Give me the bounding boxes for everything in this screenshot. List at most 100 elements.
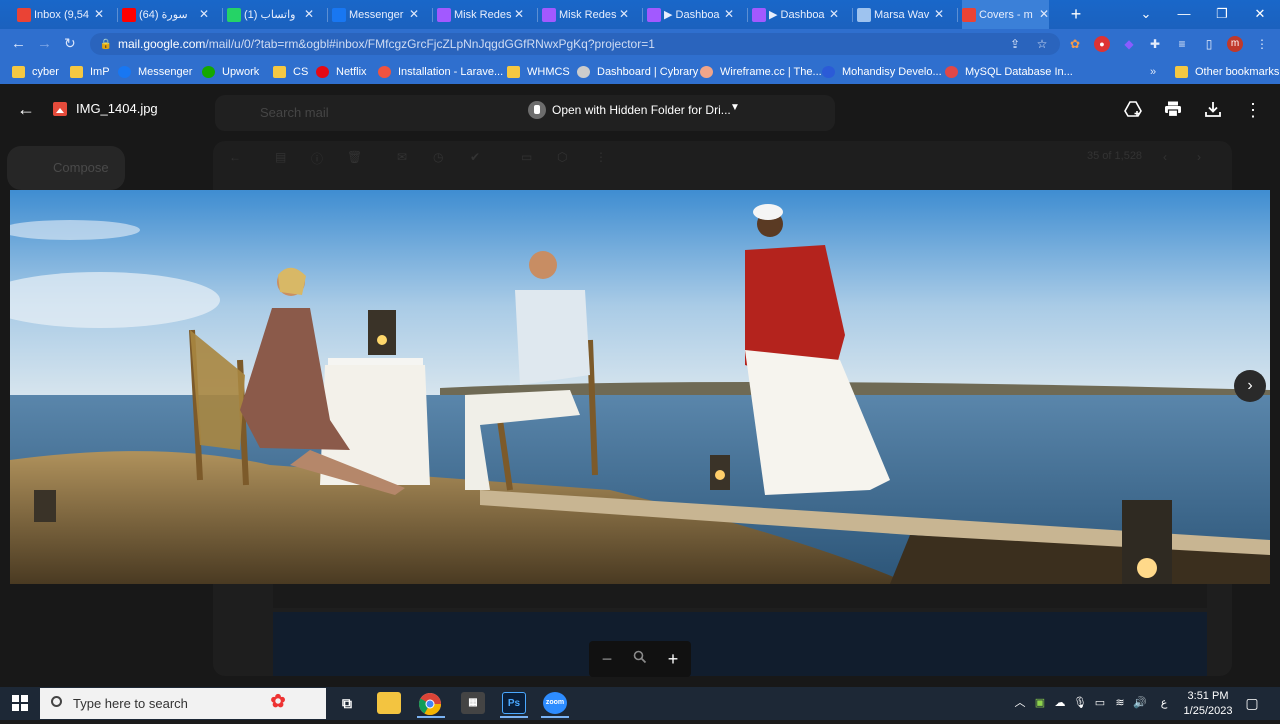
battery-icon[interactable]: ▭ [1093, 696, 1107, 710]
close-window-button[interactable]: ✕ [1241, 0, 1279, 29]
tab-title: ▶ Dashboa [769, 9, 825, 21]
bookmark-5[interactable]: CS [273, 64, 308, 79]
zoom-app-icon[interactable]: zoom [543, 692, 567, 714]
search-highlight-rose-icon[interactable]: ✿ [263, 690, 293, 716]
add-to-drive-icon[interactable] [1123, 100, 1143, 120]
share-icon[interactable]: ⇪ [1007, 36, 1023, 52]
restore-button[interactable]: ❐ [1203, 0, 1241, 29]
close-tab-icon[interactable]: ✕ [199, 7, 209, 21]
bookmark-star-icon[interactable]: ☆ [1034, 36, 1050, 52]
microphone-icon[interactable]: 🎙 [1073, 696, 1087, 710]
close-tab-icon[interactable]: ✕ [514, 7, 524, 21]
zoom-reset-icon[interactable] [627, 646, 653, 672]
language-indicator[interactable]: ع [1157, 696, 1171, 710]
task-view-icon[interactable]: ⧉ [335, 692, 359, 714]
tab-10[interactable]: Covers - m ✕ [962, 0, 1049, 29]
notifications-icon[interactable]: ▢ [1245, 696, 1259, 710]
more-vert-icon[interactable]: ⋮ [1243, 100, 1263, 120]
whatsapp-icon [227, 8, 241, 22]
tab-7[interactable]: ▶ Dashboa ✕ [647, 0, 734, 29]
volume-icon[interactable]: 🔊 [1133, 696, 1147, 710]
chrome-menu-icon[interactable]: ⋮ [1254, 36, 1270, 52]
tab-4[interactable]: Messenger ✕ [332, 0, 419, 29]
close-tab-icon[interactable]: ✕ [619, 7, 629, 21]
bookmark-2[interactable]: ImP [70, 64, 110, 79]
media-icon[interactable]: ▦ [461, 692, 485, 714]
bookmark-label: Dashboard | Cybrary [597, 65, 699, 78]
tab-title: Covers - m [979, 8, 1033, 21]
bookmark-8[interactable]: WHMCS [507, 64, 570, 79]
onedrive-icon[interactable]: ☁ [1053, 696, 1067, 710]
bookmark-7[interactable]: Installation - Larave... [378, 64, 503, 79]
wifi-icon[interactable]: ≋ [1113, 696, 1127, 710]
tab-title: Misk Redes [559, 8, 617, 21]
extensions-puzzle-icon[interactable]: ✚ [1147, 36, 1163, 52]
close-tab-icon[interactable]: ✕ [409, 7, 419, 21]
dropdown-arrow-icon[interactable]: ▼ [730, 102, 740, 113]
tab-2[interactable]: سورة (64) ✕ [122, 0, 209, 29]
windows-start-icon[interactable] [12, 695, 28, 711]
tray-overflow-icon[interactable]: ︿ [1013, 696, 1027, 710]
figma-icon [542, 8, 556, 22]
viewer-back-icon[interactable]: ← [17, 99, 37, 119]
lock-icon[interactable]: 🔒 [98, 37, 114, 53]
tab-5[interactable]: Misk Redes ✕ [437, 0, 524, 29]
close-tab-icon[interactable]: ✕ [94, 7, 104, 21]
tray-app-icon[interactable]: ▣ [1033, 696, 1047, 710]
close-tab-icon[interactable]: ✕ [934, 7, 944, 21]
profile-avatar[interactable]: m [1227, 36, 1243, 52]
open-with-button[interactable]: Open with Hidden Folder for Dri... ▼ [524, 97, 748, 123]
tab-3[interactable]: (1) واتساب ✕ [227, 0, 314, 29]
close-tab-icon[interactable]: ✕ [724, 7, 734, 21]
bookmark-label: Wireframe.cc | The... [720, 65, 822, 78]
bookmark-4[interactable]: Upwork [202, 64, 259, 79]
tab-1[interactable]: Inbox (9,54 ✕ [17, 0, 104, 29]
tab-9[interactable]: Marsa Wav ✕ [857, 0, 944, 29]
bookmark-label: Installation - Larave... [398, 65, 504, 78]
bookmark-3[interactable]: Messenger [118, 64, 192, 79]
reload-icon[interactable]: ↻ [64, 35, 76, 52]
extension-cookie-icon[interactable]: ✿ [1067, 36, 1083, 52]
minimize-button[interactable]: — [1165, 0, 1203, 29]
bookmark-12[interactable]: MySQL Database In... [945, 64, 1073, 79]
download-icon[interactable] [1203, 100, 1223, 120]
bookmark-1[interactable]: cyber [12, 64, 59, 79]
tab-8[interactable]: ▶ Dashboa ✕ [752, 0, 839, 29]
folder-icon [507, 65, 520, 78]
extension-ublock-icon[interactable]: ● [1094, 36, 1110, 52]
bookmark-6[interactable]: Netflix [316, 64, 367, 79]
forward-icon[interactable]: → [37, 35, 52, 52]
new-tab-button[interactable]: + [1066, 4, 1086, 24]
taskbar-clock[interactable]: 3:51 PM 1/25/2023 [1178, 689, 1238, 719]
bookmark-9[interactable]: Dashboard | Cybrary [577, 64, 698, 79]
tab-6[interactable]: Misk Redes ✕ [542, 0, 629, 29]
zoom-in-icon[interactable]: + [660, 646, 686, 672]
image-preview [10, 190, 1270, 584]
bookmark-label: cyber [32, 65, 59, 78]
file-explorer-icon[interactable] [377, 692, 401, 714]
bookmark-10[interactable]: Wireframe.cc | The... [700, 64, 822, 79]
close-tab-icon[interactable]: ✕ [1039, 7, 1049, 21]
viewer-filename: IMG_1404.jpg [76, 101, 158, 116]
bookmark-label: WHMCS [527, 65, 570, 78]
print-icon[interactable] [1163, 100, 1183, 120]
url-text[interactable]: mail.google.com/mail/u/0/?tab=rm&ogbl#in… [118, 37, 655, 51]
photoshop-icon[interactable]: Ps [502, 692, 526, 714]
back-icon[interactable]: ← [11, 35, 26, 52]
folder-icon [70, 65, 83, 78]
gmail-icon [962, 8, 976, 22]
reading-list-icon[interactable]: ≡ [1174, 36, 1190, 52]
close-tab-icon[interactable]: ✕ [829, 7, 839, 21]
tab-title: Inbox (9,54 [34, 8, 90, 21]
zoom-out-icon[interactable]: − [594, 646, 620, 672]
bookmark-11[interactable]: Mohandisy Develo... [822, 64, 942, 79]
next-image-button[interactable]: › [1234, 370, 1266, 402]
close-tab-icon[interactable]: ✕ [304, 7, 314, 21]
extension-gem-icon[interactable]: ◆ [1121, 36, 1137, 52]
bookmarks-overflow-icon[interactable]: » [1150, 64, 1156, 79]
tab-search-button[interactable]: ⌄ [1127, 0, 1165, 29]
other-bookmarks[interactable]: Other bookmarks [1175, 64, 1279, 79]
side-panel-icon[interactable]: ▯ [1201, 36, 1217, 52]
chrome-icon[interactable] [419, 693, 441, 715]
hidden-folder-app-icon [528, 101, 546, 119]
